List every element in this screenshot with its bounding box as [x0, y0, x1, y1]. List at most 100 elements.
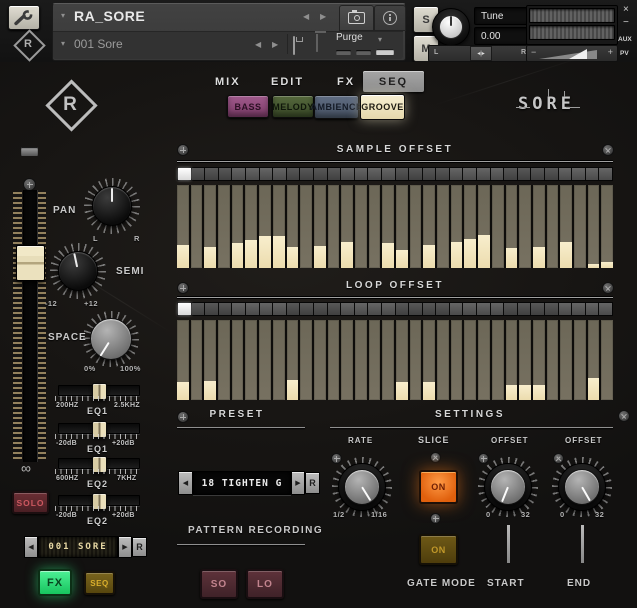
step-indicator[interactable]: [219, 168, 232, 180]
step-indicator[interactable]: [436, 303, 449, 315]
step-column[interactable]: [259, 320, 271, 400]
step-indicator[interactable]: [531, 168, 544, 180]
step-indicator[interactable]: [260, 303, 273, 315]
step-column[interactable]: [328, 185, 340, 268]
step-column[interactable]: [437, 320, 449, 400]
step-column[interactable]: [464, 320, 476, 400]
eq1-gain-slider[interactable]: [58, 423, 140, 434]
semi-knob[interactable]: [50, 243, 106, 299]
step-column[interactable]: [218, 185, 230, 268]
patch-next-arrow[interactable]: ▶: [272, 40, 278, 49]
step-indicator[interactable]: [382, 168, 395, 180]
patch-collapse-caret[interactable]: ▾: [61, 39, 65, 48]
step-column[interactable]: [506, 185, 518, 268]
step-column[interactable]: [533, 185, 545, 268]
loop-offset-graph[interactable]: [177, 320, 613, 400]
step-column[interactable]: [423, 320, 435, 400]
step-column[interactable]: [369, 185, 381, 268]
step-indicator[interactable]: [273, 303, 286, 315]
step-indicator[interactable]: [423, 168, 436, 180]
step-indicator[interactable]: [368, 168, 381, 180]
step-column[interactable]: [492, 320, 504, 400]
step-indicator[interactable]: [328, 303, 341, 315]
step-column[interactable]: [506, 320, 518, 400]
step-column[interactable]: [191, 320, 203, 400]
step-indicator[interactable]: [355, 303, 368, 315]
category-ambience-button[interactable]: AMBIENCE: [314, 95, 359, 119]
rate-knob[interactable]: [332, 457, 392, 517]
step-column[interactable]: [574, 320, 586, 400]
preset-display[interactable]: 18 TIGHTEN G: [193, 471, 291, 495]
step-indicator[interactable]: [246, 168, 259, 180]
sample-offset-graph[interactable]: [177, 185, 613, 268]
instrument-collapse-caret[interactable]: ▾: [61, 11, 65, 20]
space-knob[interactable]: [83, 311, 139, 367]
step-column[interactable]: [300, 185, 312, 268]
step-indicator[interactable]: [491, 303, 504, 315]
step-indicator[interactable]: [192, 168, 205, 180]
kit-prev-button[interactable]: ◀: [24, 536, 38, 558]
step-indicator[interactable]: [409, 303, 422, 315]
step-column[interactable]: [560, 320, 572, 400]
end-slider[interactable]: [581, 525, 584, 563]
step-column[interactable]: [410, 185, 422, 268]
tab-seq-active[interactable]: SEQ: [363, 71, 424, 92]
step-indicator[interactable]: [463, 303, 476, 315]
step-indicator[interactable]: [368, 303, 381, 315]
step-indicator-active[interactable]: [178, 168, 191, 180]
step-indicator[interactable]: [572, 303, 585, 315]
eq2-gain-slider[interactable]: [58, 495, 140, 506]
tab-edit[interactable]: EDIT: [271, 76, 304, 88]
step-indicator[interactable]: [300, 168, 313, 180]
step-indicator[interactable]: [450, 303, 463, 315]
step-indicator[interactable]: [518, 168, 531, 180]
seq-toggle-button[interactable]: SEQ: [84, 571, 115, 595]
step-column[interactable]: [410, 320, 422, 400]
tab-fx[interactable]: FX: [337, 76, 355, 88]
volume-slider[interactable]: − +: [526, 45, 618, 62]
step-column[interactable]: [287, 185, 299, 268]
step-column[interactable]: [382, 185, 394, 268]
aux-button[interactable]: AUX: [618, 36, 632, 43]
step-indicator[interactable]: [246, 303, 259, 315]
step-column[interactable]: [588, 185, 600, 268]
step-indicator[interactable]: [328, 168, 341, 180]
step-column[interactable]: [273, 320, 285, 400]
step-column[interactable]: [273, 185, 285, 268]
step-column[interactable]: [437, 185, 449, 268]
step-indicator[interactable]: [260, 168, 273, 180]
step-column[interactable]: [204, 185, 216, 268]
kit-reset-button[interactable]: R: [132, 537, 147, 557]
close-icon[interactable]: ×: [623, 4, 629, 15]
step-column[interactable]: [314, 185, 326, 268]
minimize-icon[interactable]: −: [623, 17, 629, 28]
category-bass-button[interactable]: BASS: [227, 95, 269, 118]
slice-on-button[interactable]: ON: [419, 470, 458, 504]
offset-end-knob[interactable]: [552, 457, 612, 517]
volume-handle[interactable]: [569, 49, 587, 59]
fx-toggle-button[interactable]: FX: [38, 569, 72, 596]
delete-button[interactable]: [316, 34, 318, 52]
info-button[interactable]: [374, 5, 406, 31]
step-indicator[interactable]: [531, 303, 544, 315]
loop-offset-step-strip[interactable]: [177, 302, 613, 316]
step-indicator[interactable]: [491, 168, 504, 180]
step-column[interactable]: [464, 185, 476, 268]
step-indicator[interactable]: [518, 303, 531, 315]
kit-display[interactable]: 001 SORE: [38, 536, 118, 558]
step-indicator[interactable]: [273, 168, 286, 180]
step-column[interactable]: [204, 320, 216, 400]
step-indicator[interactable]: [287, 303, 300, 315]
tab-mix[interactable]: MIX: [215, 76, 241, 88]
pan-center-handle[interactable]: ◂|▸: [470, 46, 492, 61]
pan-knob[interactable]: [84, 178, 140, 234]
step-column[interactable]: [574, 185, 586, 268]
volume-fader-handle[interactable]: [16, 245, 45, 281]
step-column[interactable]: [259, 185, 271, 268]
step-indicator[interactable]: [396, 303, 409, 315]
step-indicator[interactable]: [450, 168, 463, 180]
step-indicator[interactable]: [219, 303, 232, 315]
step-indicator[interactable]: [559, 303, 572, 315]
step-indicator[interactable]: [463, 168, 476, 180]
step-column[interactable]: [382, 320, 394, 400]
